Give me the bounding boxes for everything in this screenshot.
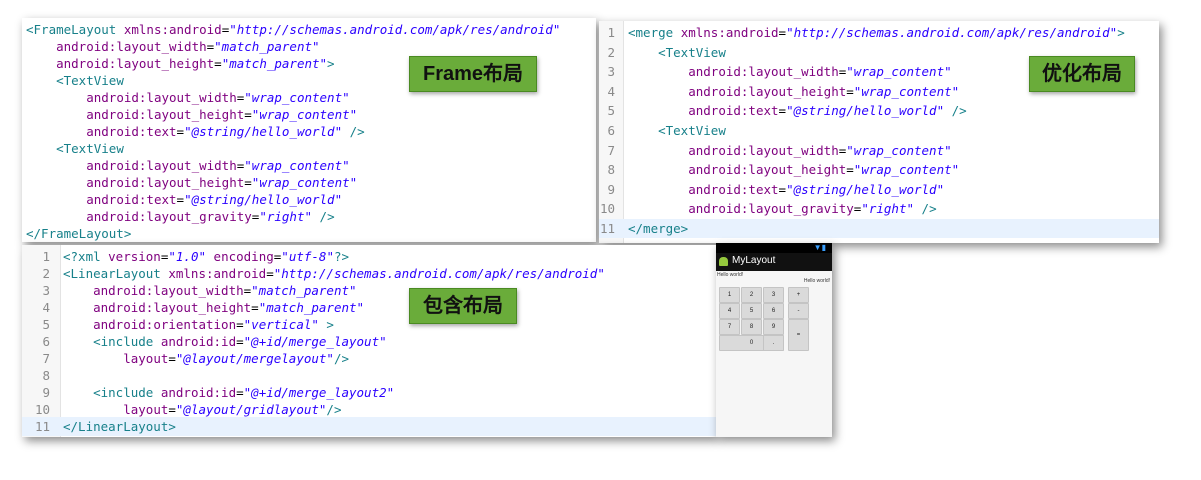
hello-world-right: Hello world! bbox=[803, 278, 830, 284]
line-number: 5 bbox=[607, 103, 615, 119]
line-number: 7 bbox=[607, 142, 615, 158]
include-layout-label: 包含布局 bbox=[409, 288, 517, 324]
signal-battery-icon: ▼▮ bbox=[813, 243, 826, 252]
line-number: 6 bbox=[607, 123, 615, 138]
calculator-key[interactable]: 1 bbox=[719, 287, 740, 303]
line-number: 8 bbox=[607, 162, 615, 178]
calculator-key[interactable]: + bbox=[788, 287, 809, 303]
action-bar: MyLayout bbox=[716, 253, 832, 271]
line-number: 4 bbox=[607, 83, 615, 99]
calculator-key[interactable]: 9 bbox=[763, 319, 784, 335]
code-text: <TextView bbox=[658, 44, 726, 60]
calculator-key[interactable]: 2 bbox=[741, 287, 762, 303]
code-text: android:layout_height="wrap_content" bbox=[688, 83, 960, 99]
calculator-key[interactable]: - bbox=[788, 303, 809, 319]
code-text: android:text="@string/hello_world" bbox=[688, 181, 945, 197]
code-line[interactable]: 1 <merge xmlns:android="http://schemas.an… bbox=[599, 23, 1159, 42]
code-text: android:layout_width="wrap_content" bbox=[688, 142, 952, 158]
calculator-key[interactable]: = bbox=[788, 319, 809, 351]
line-number: 1 bbox=[607, 25, 615, 40]
merge-layout-label: 优化布局 bbox=[1029, 56, 1135, 92]
line-number: 11 bbox=[599, 221, 615, 236]
line-number: 3 bbox=[607, 64, 615, 80]
include-code-panel: 1 <?xml version="1.0" encoding="utf-8"?> 2… bbox=[22, 245, 716, 437]
code-line[interactable]: 11 </merge> bbox=[599, 219, 1159, 238]
calculator-key[interactable]: . bbox=[763, 335, 784, 351]
code-line[interactable]: 11 </LinearLayout> bbox=[22, 417, 716, 436]
calculator-key[interactable]: 8 bbox=[741, 319, 762, 335]
line-number: 10 bbox=[599, 201, 615, 217]
calculator-key[interactable]: 3 bbox=[763, 287, 784, 303]
code-text: android:layout_height="wrap_content" bbox=[688, 162, 960, 178]
frame-layout-label: Frame布局 bbox=[409, 56, 537, 92]
code-line[interactable]: 6 <TextView bbox=[599, 121, 1159, 140]
code-text: </merge> bbox=[628, 221, 689, 236]
code-text: <TextView bbox=[658, 123, 726, 138]
code-text: android:layout_gravity="right" /> bbox=[688, 201, 937, 217]
code-line[interactable]: 5 android:text="@string/hello_world" /> bbox=[599, 101, 1159, 120]
line-number: 2 bbox=[607, 44, 615, 60]
calculator-key[interactable]: 6 bbox=[763, 303, 784, 319]
status-bar: ▼▮ bbox=[716, 243, 832, 253]
code-text: <merge xmlns:android="http://schemas.and… bbox=[628, 25, 1125, 40]
code-line[interactable]: </FrameLayout> bbox=[22, 224, 596, 242]
code-line[interactable]: 7 android:layout_width="wrap_content" bbox=[599, 141, 1159, 160]
code-text: </FrameLayout> bbox=[26, 226, 132, 241]
code-line[interactable]: 9 android:text="@string/hello_world" bbox=[599, 180, 1159, 199]
code-text: android:layout_width="wrap_content" bbox=[688, 64, 952, 80]
code-line[interactable]: 10 android:layout_gravity="right" /> bbox=[599, 199, 1159, 218]
line-number: 11 bbox=[34, 419, 50, 434]
app-title: MyLayout bbox=[732, 255, 776, 266]
frame-code-panel: <FrameLayout xmlns:android="http://schem… bbox=[22, 18, 596, 242]
line-number: 9 bbox=[607, 181, 615, 197]
code-text: </LinearLayout> bbox=[63, 419, 176, 434]
calculator-key[interactable]: 7 bbox=[719, 319, 740, 335]
merge-code-panel: 1 <merge xmlns:android="http://schemas.an… bbox=[599, 21, 1159, 243]
hello-world-left: Hello world! bbox=[717, 272, 744, 278]
code-text: android:text="@string/hello_world" /> bbox=[688, 103, 967, 119]
emulator-screen: ▼▮ MyLayout Hello world! Hello world! 12… bbox=[716, 243, 832, 437]
code-line[interactable]: 8 android:layout_height="wrap_content" bbox=[599, 160, 1159, 179]
calculator-key[interactable]: 4 bbox=[719, 303, 740, 319]
android-app-icon bbox=[719, 257, 728, 266]
calculator-key[interactable]: 5 bbox=[741, 303, 762, 319]
app-content: Hello world! Hello world! 1 2 3 +4 5 6-7 8 9 0. = bbox=[716, 271, 832, 437]
